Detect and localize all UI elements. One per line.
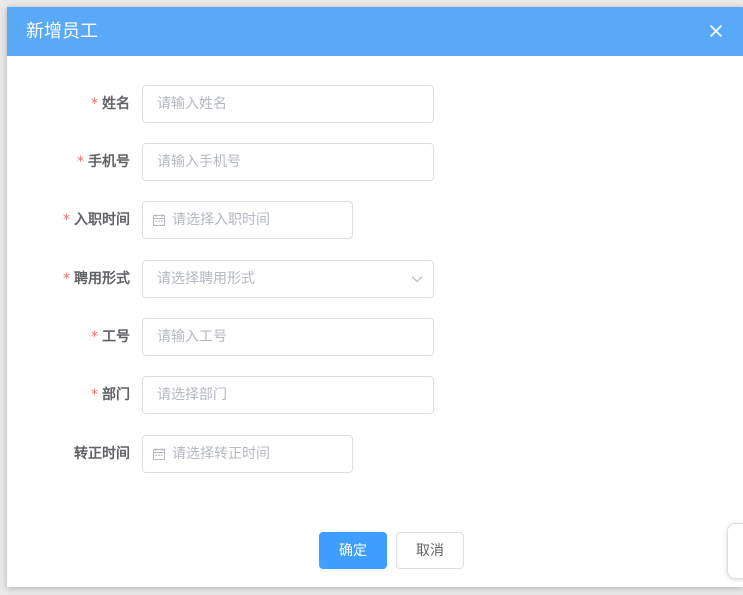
cancel-button[interactable]: 取消 [396, 532, 464, 569]
required-star: * [91, 387, 98, 403]
employee-id-placeholder: 请输入工号 [157, 329, 227, 345]
form-row-employment-type: * 聘用形式 请选择聘用形式 [7, 260, 743, 298]
form-row-hire-date: * 入职时间 请选择入职时间 [7, 201, 743, 239]
chevron-down-icon [411, 276, 423, 283]
form-row-employee-id: * 工号 请输入工号 [7, 318, 743, 356]
department-placeholder: 请选择部门 [157, 387, 227, 403]
required-star: * [77, 154, 84, 170]
employee-id-label: * 工号 [91, 329, 130, 345]
form-row-phone: * 手机号 请输入手机号 [7, 143, 743, 181]
employment-type-label: * 聘用形式 [63, 271, 130, 287]
regularization-date-picker[interactable]: 请选择转正时间 [142, 435, 353, 473]
required-star: * [63, 271, 70, 287]
employment-type-placeholder: 请选择聘用形式 [157, 271, 255, 287]
hire-date-placeholder: 请选择入职时间 [172, 212, 270, 228]
regularization-date-label: 转正时间 [74, 446, 130, 462]
floating-side-widget[interactable] [727, 523, 743, 579]
calendar-icon [153, 214, 165, 226]
dialog-header: 新增员工 [7, 7, 743, 56]
hire-date-picker[interactable]: 请选择入职时间 [142, 201, 353, 239]
form-row-department: * 部门 请选择部门 [7, 376, 743, 414]
hire-date-label: * 入职时间 [63, 212, 130, 228]
employment-type-select[interactable]: 请选择聘用形式 [142, 260, 434, 298]
employee-id-input[interactable]: 请输入工号 [142, 318, 434, 356]
required-star: * [63, 212, 70, 228]
close-icon[interactable] [706, 21, 726, 41]
department-input[interactable]: 请选择部门 [142, 376, 434, 414]
dialog-title: 新增员工 [26, 21, 98, 42]
phone-placeholder: 请输入手机号 [157, 154, 241, 170]
name-input[interactable]: 请输入姓名 [142, 85, 434, 123]
add-employee-dialog: 新增员工 * 姓名 请输入姓名 * 手机号 请输入手机号 * 入职时间 请选择入… [7, 7, 743, 587]
form-row-regularization-date: 转正时间 请选择转正时间 [7, 435, 743, 473]
name-placeholder: 请输入姓名 [157, 96, 227, 112]
phone-label: * 手机号 [77, 154, 130, 170]
phone-input[interactable]: 请输入手机号 [142, 143, 434, 181]
confirm-button[interactable]: 确定 [319, 532, 387, 569]
department-label: * 部门 [91, 387, 130, 403]
regularization-date-placeholder: 请选择转正时间 [172, 446, 270, 462]
calendar-icon [153, 448, 165, 460]
name-label: * 姓名 [91, 96, 130, 112]
form-row-name: * 姓名 请输入姓名 [7, 85, 743, 123]
required-star: * [91, 96, 98, 112]
required-star: * [91, 329, 98, 345]
